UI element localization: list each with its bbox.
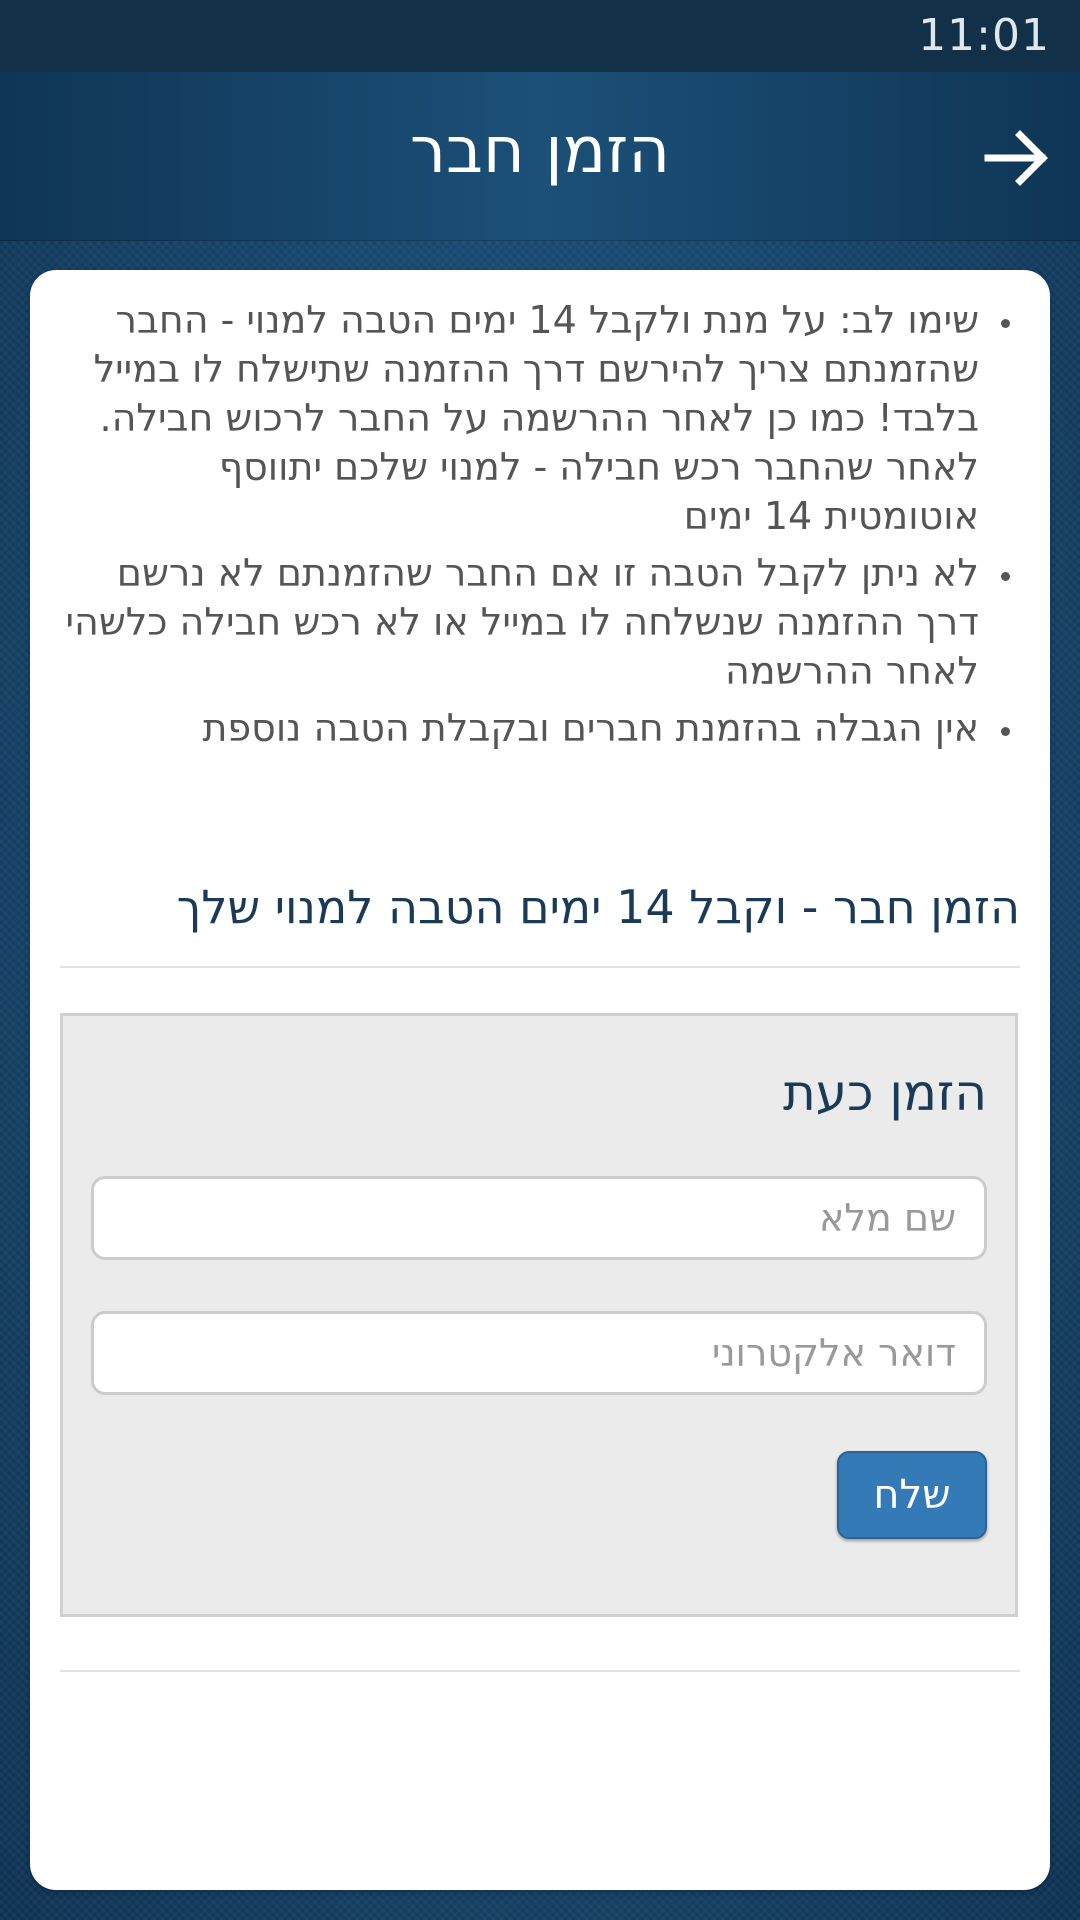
form-title: הזמן כעת: [782, 1064, 987, 1122]
back-button[interactable]: [980, 122, 1052, 194]
content-card: שימו לב: על מנת ולקבל 14 ימים הטבה למנוי…: [30, 270, 1050, 1890]
invite-form: הזמן כעת שלח: [60, 1013, 1018, 1617]
arrow-right-icon: [984, 130, 1048, 186]
full-name-input[interactable]: [91, 1176, 987, 1260]
section-title: הזמן חבר - וקבל 14 ימים הטבה למנוי שלך: [176, 880, 1020, 934]
app-header: הזמן חבר: [0, 72, 1080, 241]
divider: [60, 1670, 1020, 1672]
status-bar: 11:01: [0, 0, 1080, 72]
list-item: שימו לב: על מנת ולקבל 14 ימים הטבה למנוי…: [60, 296, 985, 541]
page-title: הזמן חבר: [409, 114, 671, 188]
list-item: לא ניתן לקבל הטבה זו אם החבר שהזמנתם לא …: [60, 549, 985, 696]
list-item: אין הגבלה בהזמנת חברים ובקבלת הטבה נוספת: [60, 704, 985, 753]
email-input[interactable]: [91, 1311, 987, 1395]
divider: [60, 966, 1020, 968]
send-button[interactable]: שלח: [837, 1451, 987, 1539]
notes-list: שימו לב: על מנת ולקבל 14 ימים הטבה למנוי…: [30, 270, 1050, 753]
status-time: 11:01: [918, 10, 1050, 61]
